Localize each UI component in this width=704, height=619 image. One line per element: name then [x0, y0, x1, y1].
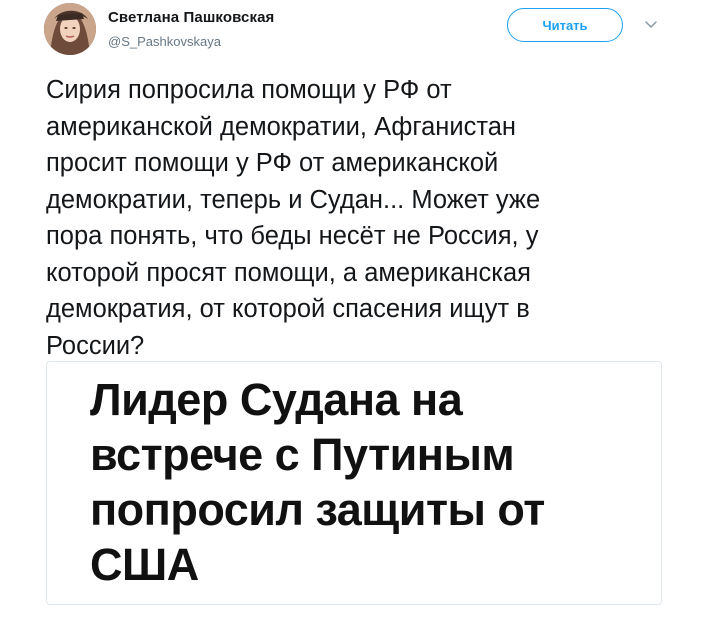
media-card-headline: Лидер Судана на встрече с Путиным попрос…	[90, 374, 545, 590]
author-display-name[interactable]: Светлана Пашковская	[108, 9, 274, 26]
media-card[interactable]: Лидер Судана на встрече с Путиным попрос…	[46, 361, 662, 605]
follow-button[interactable]: Читать	[507, 8, 623, 42]
chevron-down-icon[interactable]	[644, 18, 658, 30]
tweet-text: Сирия попросила помощи у РФ от американс…	[46, 76, 541, 360]
author-handle[interactable]: @S_Pashkovskaya	[108, 34, 221, 49]
avatar[interactable]	[44, 3, 96, 55]
